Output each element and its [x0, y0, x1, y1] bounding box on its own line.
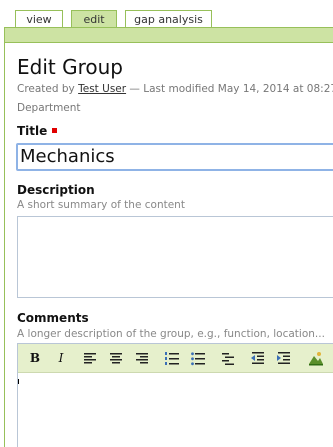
byline-prefix: Created by — [17, 83, 75, 95]
page-title: Edit Group — [17, 55, 123, 79]
tab-gap-analysis[interactable]: gap analysis — [125, 10, 212, 27]
indent-icon[interactable] — [276, 350, 292, 366]
required-marker-icon — [52, 128, 58, 133]
tab-view-label: view — [26, 13, 52, 26]
title-field-label: Title — [17, 124, 58, 138]
title-label-text: Title — [17, 124, 48, 138]
italic-icon[interactable]: I — [53, 350, 69, 366]
description-help: A short summary of the content — [17, 199, 185, 211]
content-tabs: view edit gap analysis — [0, 10, 333, 28]
tab-edit-label: edit — [83, 13, 105, 26]
align-right-icon[interactable] — [134, 350, 150, 366]
description-textarea[interactable] — [17, 216, 333, 298]
numbered-list-icon[interactable] — [164, 350, 180, 366]
comments-help: A longer description of the group, e.g.,… — [17, 328, 325, 340]
edit-group-page: view edit gap analysis Edit Group Create… — [0, 0, 333, 447]
description-field-label: Description — [17, 183, 95, 197]
comments-field-label: Comments — [17, 311, 89, 325]
align-left-icon[interactable] — [82, 350, 98, 366]
tab-edit[interactable]: edit — [71, 10, 117, 28]
tab-bar — [4, 27, 333, 43]
department-label: Department — [17, 102, 81, 114]
outdent-icon[interactable] — [250, 350, 266, 366]
editor-toolbar: B I — [18, 344, 333, 373]
bold-icon[interactable]: B — [27, 350, 43, 366]
definition-list-icon[interactable] — [220, 350, 236, 366]
author-link[interactable]: Test User — [78, 83, 126, 95]
align-center-icon[interactable] — [108, 350, 124, 366]
image-icon[interactable] — [308, 350, 324, 366]
bulleted-list-icon[interactable] — [190, 350, 206, 366]
text-cursor — [18, 379, 19, 384]
tab-gap-analysis-label: gap analysis — [134, 13, 203, 26]
comments-rich-text-editor[interactable]: B I — [17, 343, 333, 447]
byline-modified: — Last modified May 14, 2014 at 08:27 PM — [129, 83, 333, 95]
title-input[interactable]: Mechanics — [16, 143, 333, 171]
byline: Created by Test User — Last modified May… — [17, 83, 333, 95]
tab-view[interactable]: view — [15, 10, 63, 27]
